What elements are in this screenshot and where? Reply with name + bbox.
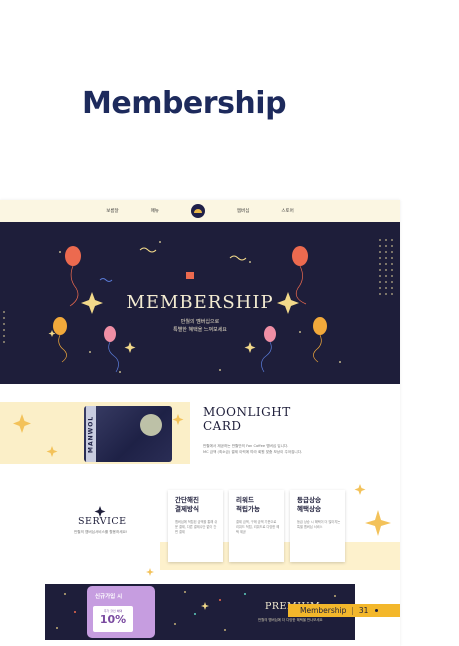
nav-item-moon[interactable]: 보름달 <box>106 208 118 214</box>
service-card-desc: 멤버십에 적립된 금액을 통해 쉬운 결제, 다른 결제수단 없이 간편 결제 <box>175 520 218 534</box>
service-card-title: 간단해진 결제방식 <box>175 496 199 514</box>
footer-page-number: 31 <box>358 606 369 615</box>
page-number-tag: Membership | 31 <box>288 604 400 617</box>
premium-badge: 신규가입 시 추가 할인 혜택 10% <box>87 586 155 638</box>
service-card-title-line2: 적립가능 <box>236 505 260 513</box>
card-description: 만월에서 제공하는 만월만의 Fan Coffee 멤버십 입니다. MC 금액… <box>203 443 353 455</box>
hero-title: MEMBERSHIP <box>126 292 274 313</box>
dot-icon <box>375 609 379 612</box>
premium-badge-title: 신규가입 시 <box>95 594 123 600</box>
service-card-title-line1: 등급상승 <box>297 496 321 504</box>
card-brand-text: MANWOL <box>86 406 96 462</box>
service-card-title-line2: 결제방식 <box>175 505 199 513</box>
hero-banner: MEMBERSHIP 만월의 멤버십으로 특별한 혜택을 느껴보세요 <box>0 222 400 384</box>
moonlight-card-image: MANWOL <box>84 406 172 462</box>
service-section: SERVICE 만월의 멤버십서비스를 활용하세요! 간단해진 결제방식 멤버십… <box>0 480 400 580</box>
service-card-reward[interactable]: 리워드 적립가능 결제 금액, 구매 금액 기준으로 리워드 적립, 리워드로 … <box>229 490 284 562</box>
hero-subtitle-1: 만월의 멤버십으로 <box>180 319 220 325</box>
service-card-title-line1: 리워드 <box>236 496 254 504</box>
service-title: SERVICE <box>78 516 127 527</box>
service-card-grade[interactable]: 등급상승 혜택상승 등급 상승 시 혜택이 더 많아지는 특별 멤버십 서비스 <box>290 490 345 562</box>
service-subtitle: 만월의 멤버십서비스를 활용하세요! <box>74 530 128 534</box>
footer-separator: | <box>351 606 354 615</box>
website-mockup: 보름달 매뉴 멤버십 스토어 MEMBERSHIP 만월의 멤버십으로 특별한 … <box>0 200 400 646</box>
card-title-line1: MOONLIGHT <box>203 405 291 419</box>
service-card-desc: 등급 상승 시 혜택이 더 많아지는 특별 멤버십 서비스 <box>297 520 341 529</box>
premium-subtitle: 만월의 멤버십에 더 다양한 혜택을 만나보세요 <box>258 618 323 622</box>
hero-subtitle-2: 특별한 혜택을 느껴보세요 <box>173 327 227 333</box>
nav-item-menu[interactable]: 매뉴 <box>151 208 159 214</box>
moon-icon <box>140 414 162 436</box>
footer-label: Membership <box>300 606 347 615</box>
card-section: MANWOL MOONLIGHT CARD 만월에서 제공하는 만월만의 Fan… <box>0 397 400 473</box>
service-card-title-line2: 혜택상승 <box>297 505 321 513</box>
nav-item-store[interactable]: 스토어 <box>281 208 293 214</box>
card-desc-line2: MC 금액 (최소금) 결제 이력에 따라 회원 맞춤 보상이 주어집니다. <box>203 450 303 454</box>
service-card-title: 리워드 적립가능 <box>236 496 260 514</box>
logo-icon[interactable] <box>190 204 205 218</box>
card-title-line2: CARD <box>203 419 242 433</box>
premium-coupon: 추가 할인 혜택 10% <box>93 606 133 632</box>
service-card-title: 등급상승 혜택상승 <box>297 496 321 514</box>
card-title: MOONLIGHT CARD <box>203 405 291 433</box>
service-card-payment[interactable]: 간단해진 결제방식 멤버십에 적립된 금액을 통해 쉬운 결제, 다른 결제수단… <box>168 490 223 562</box>
premium-coupon-percent: 10% <box>99 613 127 626</box>
nav-item-membership[interactable]: 멤버십 <box>237 208 249 214</box>
service-card-desc: 결제 금액, 구매 금액 기준으로 리워드 적립, 리워드로 다양한 혜택 제공 <box>236 520 280 534</box>
service-card-title-line1: 간단해진 <box>175 496 199 504</box>
mockup-nav: 보름달 매뉴 멤버십 스토어 <box>0 200 400 222</box>
page-title: Membership <box>82 86 287 121</box>
portfolio-page: Membership 보름달 매뉴 멤버십 스토어 MEMBERSHIP 만월의… <box>0 0 459 646</box>
